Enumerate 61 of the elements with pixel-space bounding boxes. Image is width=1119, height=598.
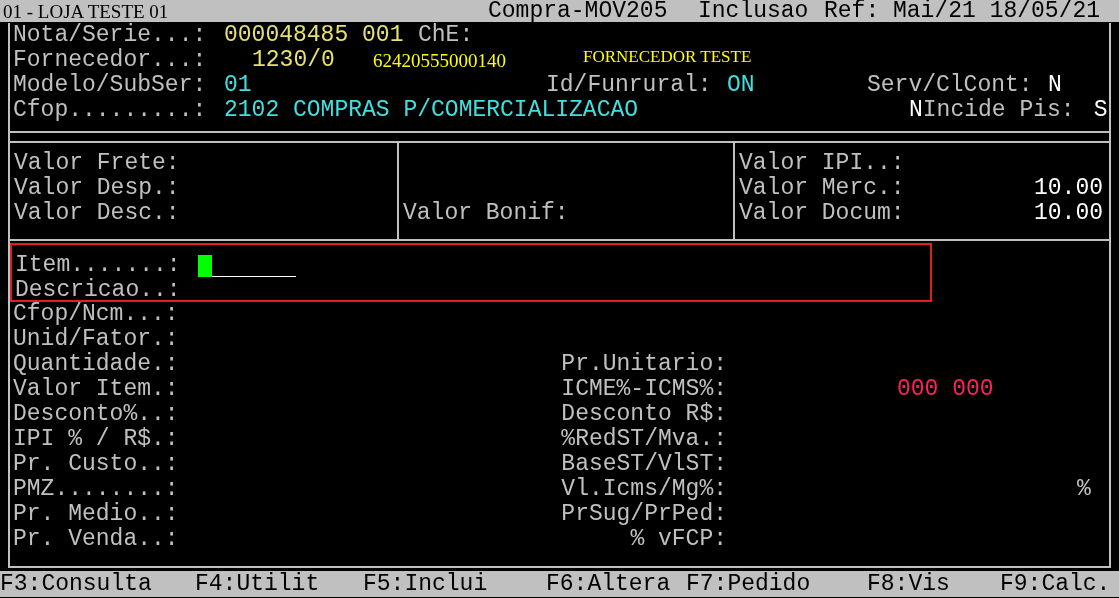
field-label: Unid/Fator.:: [13, 327, 180, 352]
field-label: PrSug/PrPed:: [560, 502, 727, 527]
field-label: Quantidade.:: [13, 352, 180, 377]
field-label: Valor Desp.:: [14, 176, 180, 201]
field-label: ICME%-ICMS%:: [560, 377, 727, 402]
field-label: Fornecedor...:: [13, 48, 208, 73]
field-label: Descricao..:: [15, 278, 182, 303]
field-label: Pr.Unitario:: [560, 352, 727, 377]
supplier-name: FORNECEDOR TESTE: [583, 46, 752, 68]
field-label: Pr. Venda..:: [13, 527, 180, 552]
item-input-field[interactable]: [198, 254, 296, 277]
total-value: 10.00: [1034, 201, 1103, 226]
cfop-value: 2102 COMPRAS P/COMERCIALIZACAO: [224, 98, 640, 123]
function-key[interactable]: F7:Pedido: [686, 571, 867, 597]
field-label: PMZ........:: [13, 477, 180, 502]
reference-date: Ref: Mai/21 18/05/21: [824, 0, 1101, 24]
service-value: N: [1048, 73, 1062, 98]
field-label: Serv/ClCont:: [867, 73, 1034, 98]
percent-sign: %: [1077, 477, 1091, 502]
funrural-value: ON: [727, 73, 756, 98]
field-label: Item.......:: [15, 253, 182, 278]
supplier-tax-id: 62420555000140: [373, 49, 507, 73]
field-label: Cfop.........:: [13, 98, 208, 123]
store-name: 01 - LOJA TESTE 01: [2, 0, 170, 23]
field-label: Valor Frete:: [14, 151, 180, 176]
model-value: 01: [224, 73, 253, 98]
field-label: Pr. Custo..:: [13, 452, 180, 477]
field-label: BaseST/VlST:: [560, 452, 727, 477]
function-key[interactable]: F4:Utilit: [195, 571, 363, 597]
field-label: % vFCP:: [629, 527, 727, 552]
total-value: 10.00: [1034, 176, 1103, 201]
field-label: ChE:: [418, 23, 474, 48]
field-label: Id/Funrural:: [546, 73, 713, 98]
field-label: Desconto%..:: [13, 402, 180, 427]
field-label: Valor Desc.:: [14, 201, 180, 226]
field-label: Valor Docum:: [739, 201, 905, 226]
function-key[interactable]: F3:Consulta: [0, 571, 195, 597]
supplier-code: 1230/0: [252, 48, 336, 73]
function-key[interactable]: F8:Vis: [867, 571, 1000, 597]
pis-value: S: [1093, 98, 1108, 123]
icms-rate-value: 000 000: [897, 377, 994, 402]
field-label: Valor Bonif:: [403, 201, 569, 226]
function-key[interactable]: F6:Altera: [546, 571, 686, 597]
invoice-number: 000048485 001: [224, 23, 405, 48]
field-label: %RedST/Mva.:: [560, 427, 727, 452]
field-label: IPI % / R$.:: [13, 427, 180, 452]
mode-label: Inclusao: [698, 0, 810, 24]
field-label: Valor IPI..:: [739, 151, 905, 176]
field-label: Incide Pis:: [922, 98, 1076, 123]
field-label: Vl.Icms/Mg%:: [560, 477, 727, 502]
field-label: Cfop/Ncm...:: [13, 302, 180, 327]
function-key[interactable]: F9:Calc.: [1000, 571, 1111, 597]
field-label: Desconto R$:: [560, 402, 727, 427]
field-label: Modelo/SubSer:: [13, 73, 208, 98]
field-label: Valor Item.:: [13, 377, 180, 402]
field-label: Valor Merc.:: [739, 176, 905, 201]
field-label: Pr. Medio..:: [13, 502, 180, 527]
function-key[interactable]: F5:Inclui: [363, 571, 546, 597]
field-label: Nota/Serie...:: [13, 23, 208, 48]
incide-flag-text: N: [909, 98, 923, 123]
program-name: Compra-MOV205: [488, 0, 669, 24]
